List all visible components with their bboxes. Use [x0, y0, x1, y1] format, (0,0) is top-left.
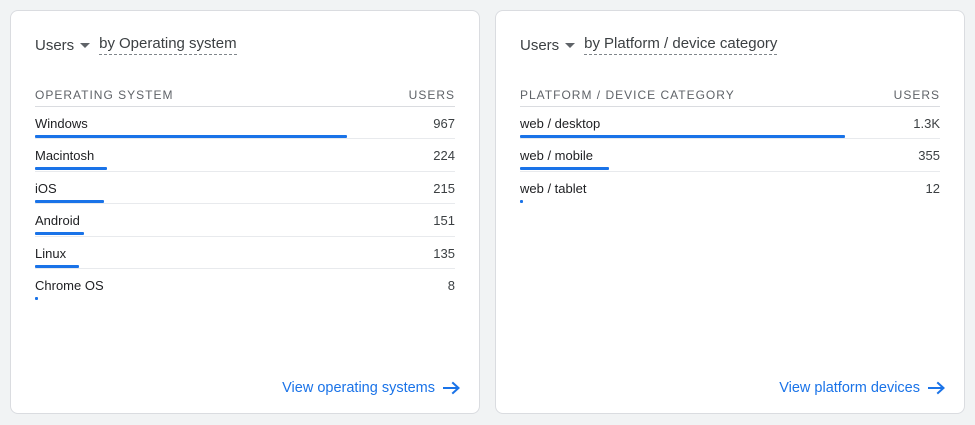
row-value: 151	[433, 213, 455, 229]
table-row[interactable]: web / tablet 12	[520, 172, 940, 204]
arrow-right-icon	[928, 381, 945, 395]
row-label: Linux	[35, 245, 67, 261]
dimension-prefix: by	[99, 35, 116, 52]
table-rows: Windows 967 Macintosh 224 iOS 215 Android 151 Li…	[35, 107, 455, 301]
row-value-bar	[35, 232, 84, 236]
row-value-bar	[520, 199, 523, 203]
table-row[interactable]: Linux 135	[35, 237, 455, 269]
table-rows: web / desktop 1.3K web / mobile 355 web / ta…	[520, 107, 940, 204]
row-value-bar	[520, 167, 609, 171]
view-platform-devices-link[interactable]: View platform devices	[779, 380, 946, 396]
row-label: iOS	[35, 180, 57, 196]
dimension-selector[interactable]: by Operating system	[99, 35, 237, 55]
metric-selector[interactable]: Users	[520, 37, 584, 54]
row-label: web / desktop	[520, 116, 601, 131]
metric-selector[interactable]: Users	[35, 37, 99, 54]
dimension-label: Platform / device category	[604, 35, 778, 52]
row-label: Macintosh	[35, 148, 95, 164]
dashboard: Users by Operating system OPERATING SYSTE…	[0, 0, 975, 425]
row-value: 8	[447, 277, 455, 293]
row-value-bar	[35, 296, 38, 300]
row-value: 12	[925, 180, 940, 196]
column-header-dimension: PLATFORM / DEVICE CATEGORY	[520, 88, 735, 102]
table-row[interactable]: iOS 215	[35, 172, 455, 205]
card-header: Users by Operating system	[35, 35, 237, 55]
table-row[interactable]: Windows 967	[35, 107, 455, 140]
card-platform-device: Users by Platform / device category PLATF…	[495, 10, 965, 414]
table-header: PLATFORM / DEVICE CATEGORY USERS	[520, 83, 940, 107]
row-label: web / mobile	[520, 148, 593, 164]
metric-label: Users	[520, 36, 560, 54]
column-header-metric: USERS	[408, 88, 455, 102]
table-row[interactable]: web / mobile 355	[520, 139, 940, 172]
row-label: Android	[35, 213, 80, 229]
link-label: View platform devices	[779, 380, 920, 396]
dimension-prefix: by	[584, 35, 601, 52]
dimension-selector[interactable]: by Platform / device category	[584, 35, 778, 55]
table-row[interactable]: web / desktop 1.3K	[520, 107, 940, 140]
row-value: 224	[433, 148, 455, 164]
row-value: 967	[433, 116, 455, 131]
table-header: OPERATING SYSTEM USERS	[35, 83, 455, 107]
row-value-bar	[35, 264, 79, 268]
arrow-right-icon	[443, 381, 460, 395]
row-value: 355	[918, 148, 940, 164]
card-operating-system: Users by Operating system OPERATING SYSTE…	[10, 10, 480, 414]
row-label: Chrome OS	[35, 277, 104, 293]
caret-down-icon	[80, 42, 91, 48]
row-value-bar	[35, 199, 105, 203]
table-row[interactable]: Chrome OS 8	[35, 269, 455, 301]
row-value-bar	[35, 135, 348, 138]
row-value: 215	[433, 180, 455, 196]
row-value-bar	[520, 135, 845, 138]
row-value: 1.3K	[913, 116, 940, 131]
table-row[interactable]: Macintosh 224	[35, 139, 455, 172]
dimension-label: Operating system	[119, 35, 237, 52]
caret-down-icon	[565, 42, 576, 48]
metric-label: Users	[35, 36, 75, 54]
column-header-metric: USERS	[893, 88, 940, 102]
row-value: 135	[433, 245, 455, 261]
row-value-bar	[35, 167, 108, 171]
table-row[interactable]: Android 151	[35, 204, 455, 237]
row-label: web / tablet	[520, 180, 587, 196]
link-label: View operating systems	[282, 380, 435, 396]
row-label: Windows	[35, 116, 88, 131]
view-operating-systems-link[interactable]: View operating systems	[282, 380, 461, 396]
column-header-dimension: OPERATING SYSTEM	[35, 88, 174, 102]
card-header: Users by Platform / device category	[520, 35, 778, 55]
